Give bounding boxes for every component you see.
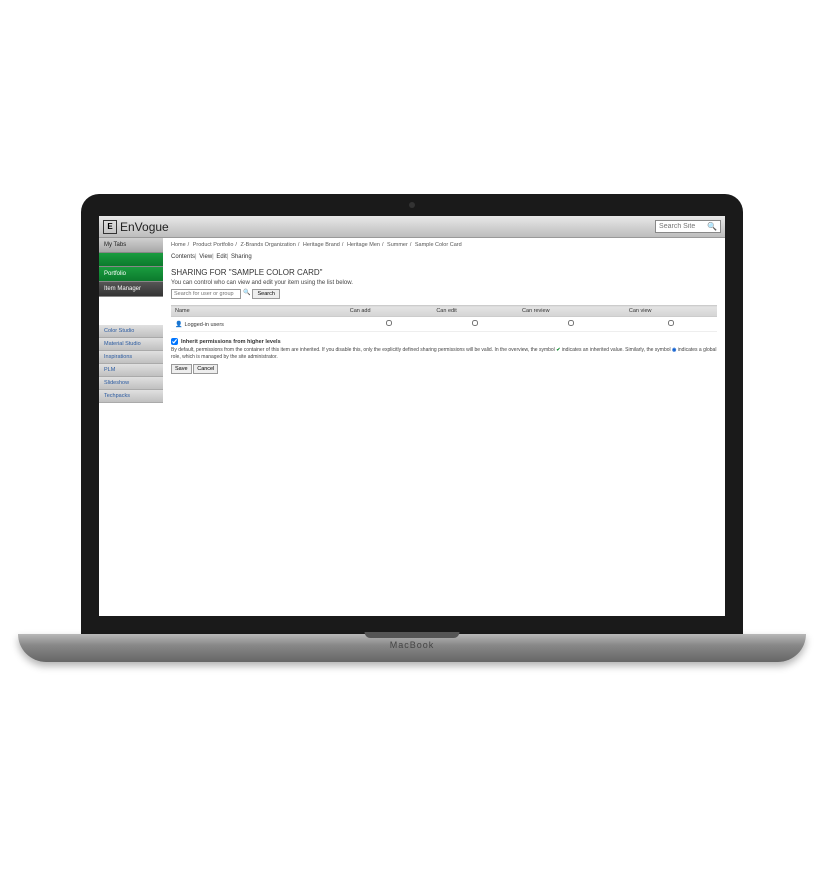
sidebar-item-itemmanager[interactable]: Item Manager [99,282,163,297]
inherit-label: Inherit permissions from higher levels [181,339,281,345]
hinge-notch [365,632,460,638]
cell-name: 👤Logged-in users [171,317,346,332]
laptop-frame: E EnVogue 🔍 My Tabs Portfolio Item Manag… [81,194,743,634]
sidebar-item-inspirations[interactable]: Inspirations [99,351,163,364]
sidebar-item-techpacks[interactable]: Techpacks [99,390,163,403]
sharing-search-input[interactable] [171,289,241,299]
main-content: Home/ Product Portfolio/ Z-Brands Organi… [163,238,725,616]
sidebar-item-plm[interactable]: PLM [99,364,163,377]
tab-view[interactable]: View [199,254,212,260]
sharing-search-button[interactable]: Search [252,289,279,299]
tab-contents[interactable]: Contents [171,254,195,260]
site-search[interactable]: 🔍 [655,220,721,233]
tab-sharing[interactable]: Sharing [231,254,252,260]
checkbox-canview[interactable] [668,320,674,326]
sidebar-green-spacer [99,253,163,267]
inherit-description: By default, permissions from the contain… [171,347,717,360]
crumb[interactable]: Heritage Brand [303,242,340,248]
cancel-button[interactable]: Cancel [193,364,218,374]
table-header-row: Name Can add Can edit Can review Can vie… [171,306,717,317]
table-row: 👤Logged-in users [171,317,717,332]
sidebar-item-slideshow[interactable]: Slideshow [99,377,163,390]
col-canview: Can view [625,306,717,317]
checkbox-canreview[interactable] [568,320,574,326]
laptop-base: MacBook [18,634,806,662]
crumb[interactable]: Z-Brands Organization [240,242,295,248]
tab-edit[interactable]: Edit [216,254,226,260]
sidebar-item-mytabs[interactable]: My Tabs [99,238,163,253]
checkbox-canadd[interactable] [386,320,392,326]
search-icon[interactable]: 🔍 [707,222,717,231]
inherit-checkbox[interactable] [171,338,178,345]
screen: E EnVogue 🔍 My Tabs Portfolio Item Manag… [99,216,725,616]
crumb[interactable]: Product Portfolio [193,242,234,248]
col-canreview: Can review [518,306,625,317]
breadcrumb: Home/ Product Portfolio/ Z-Brands Organi… [171,242,717,248]
permissions-table: Name Can add Can edit Can review Can vie… [171,305,717,332]
save-button[interactable]: Save [171,364,192,374]
user-icon: 👤 [175,322,182,328]
col-canedit: Can edit [432,306,518,317]
camera-dot [409,202,415,208]
search-icon: 🔍 [243,289,250,299]
laptop-brand-label: MacBook [390,640,435,650]
sidebar-item-colorstudio[interactable]: Color Studio [99,325,163,338]
crumb[interactable]: Summer [387,242,408,248]
site-search-input[interactable] [659,223,707,230]
app-title: EnVogue [120,220,169,234]
checkbox-canedit[interactable] [472,320,478,326]
crumb[interactable]: Heritage Men [347,242,380,248]
sidebar-item-materialstudio[interactable]: Material Studio [99,338,163,351]
crumb[interactable]: Sample Color Card [415,242,462,248]
col-name: Name [171,306,346,317]
col-canadd: Can add [346,306,433,317]
action-buttons: Save Cancel [171,364,717,374]
sharing-search-row: 🔍 Search [171,289,717,299]
inherit-row: Inherit permissions from higher levels [171,338,717,345]
app-header: E EnVogue 🔍 [99,216,725,238]
logo-icon: E [103,220,117,234]
page-subtitle: You can control who can view and edit yo… [171,280,717,286]
sidebar-item-portfolio[interactable]: Portfolio [99,267,163,282]
crumb[interactable]: Home [171,242,186,248]
sidebar: My Tabs Portfolio Item Manager Color Stu… [99,238,163,616]
app-body: My Tabs Portfolio Item Manager Color Stu… [99,238,725,616]
sidebar-spacer [99,297,163,325]
page-title: SHARING FOR "SAMPLE COLOR CARD" [171,268,717,277]
content-tabs: Contents| View| Edit| Sharing [171,254,717,260]
